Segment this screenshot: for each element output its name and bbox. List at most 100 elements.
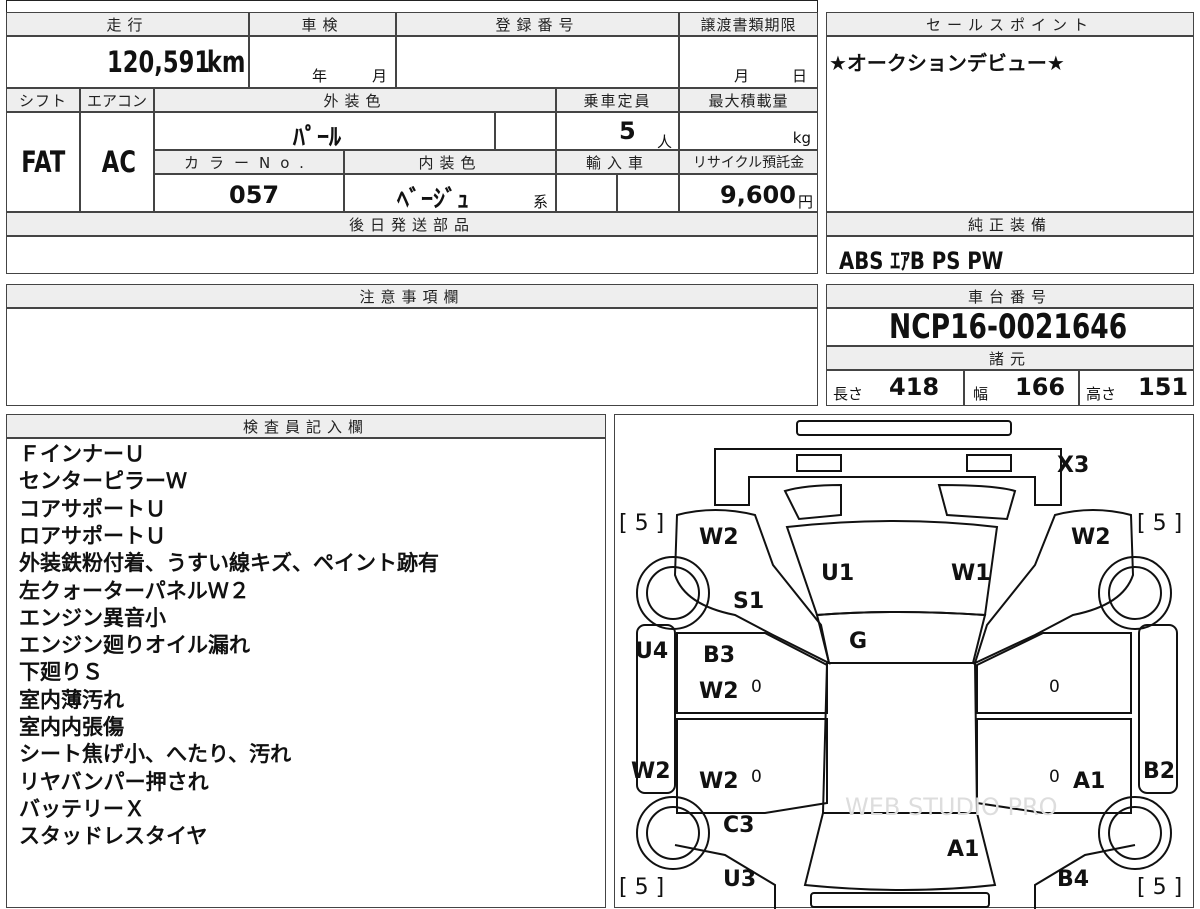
shift-header: シフト: [6, 88, 80, 112]
exterior-color-header: 外装色: [154, 88, 556, 112]
ac-header: エアコン: [80, 88, 154, 112]
rear-left-door: [676, 718, 828, 814]
code-left-quarter-c: C3: [723, 813, 755, 838]
inspector-note: バッテリーＸ: [19, 796, 145, 821]
import-cell-a: [556, 174, 617, 212]
exterior-color-extra: [495, 112, 556, 150]
inspector-note: 左クォーターパネルＷ２: [19, 578, 250, 603]
shift-cell: FAT: [6, 112, 80, 212]
interior-color-value: ﾍﾞｰｼﾞｭ: [397, 185, 469, 213]
tire-label-fr: [ 5 ]: [1137, 511, 1183, 536]
mileage-unit: km: [207, 45, 246, 79]
interior-color-header: 内装色: [344, 150, 556, 174]
code-rear-right-door: A1: [1073, 769, 1106, 794]
height-value: 151: [1138, 373, 1189, 401]
tire-label-fl: [ 5 ]: [619, 511, 665, 536]
roof: [821, 662, 979, 814]
exterior-color-cell: ﾊﾟｰﾙ: [154, 112, 495, 151]
damage-diagram: WEB STUDIO PRO [ 5 ] [ 5 ] [ 5 ] [ 5 ] X…: [614, 414, 1194, 909]
dimensions-header: 諸元: [826, 346, 1194, 370]
right-grille: [937, 483, 1017, 521]
tire-label-rl: [ 5 ]: [619, 875, 665, 900]
sales-point-header: セールスポイント: [826, 12, 1194, 36]
capacity-cell: 5 人: [556, 112, 679, 151]
front-bumper-top: [796, 420, 1012, 436]
transfer-deadline-header: 譲渡書類期限: [679, 12, 818, 36]
recycle-unit: 円: [797, 193, 813, 211]
width-cell: 幅 166: [964, 370, 1079, 406]
equipment-cell: ABS ｴｱB PS PW: [826, 236, 1194, 275]
inspector-note: エンジン異音小: [19, 605, 166, 630]
inspection-month-unit: 月: [372, 67, 388, 85]
chassis-cell: NCP16-0021646: [826, 307, 1194, 347]
inspector-header: 検査員記入欄: [6, 414, 606, 438]
car-outline: WEB STUDIO PRO: [636, 420, 1178, 909]
zero-mark-rr: 0: [1049, 767, 1060, 787]
code-hood-right: W1: [951, 561, 991, 586]
left-headlight: [796, 454, 842, 472]
length-cell: 長さ 418: [826, 370, 964, 406]
watermark-text: WEB STUDIO PRO: [845, 793, 1058, 821]
code-hood-left: U1: [821, 561, 855, 586]
code-windshield: G: [849, 629, 868, 654]
inspector-note: 室内内張傷: [19, 715, 124, 739]
zero-mark-rl: 0: [751, 767, 762, 787]
capacity-value: 5: [619, 117, 636, 145]
max-load-header: 最大積載量: [679, 88, 818, 112]
inspector-note: ＦインナーＵ: [19, 442, 145, 466]
width-label: 幅: [973, 385, 989, 403]
zero-mark-fr: 0: [1049, 677, 1060, 697]
ac-cell: AC: [80, 112, 154, 212]
transfer-cell: 月 日: [679, 36, 818, 88]
color-no-value: 057: [229, 181, 280, 209]
color-no-cell: 057: [154, 174, 344, 212]
inspector-note: スタッドレスタイヤ: [19, 824, 208, 849]
code-trunk: A1: [947, 837, 980, 862]
shift-value: FAT: [21, 145, 66, 179]
windshield-shape: [815, 611, 987, 664]
code-roof-front: X3: [1057, 453, 1090, 478]
import-cell-b: [617, 174, 679, 212]
exterior-color-value: ﾊﾟｰﾙ: [293, 123, 341, 151]
inspection-header: 車検: [249, 12, 396, 36]
sales-point-cell: ★オークションデビュー★: [826, 36, 1194, 212]
interior-color-suffix: 系: [533, 193, 549, 211]
code-left-s: S1: [733, 589, 765, 614]
right-headlight: [966, 454, 1012, 472]
zero-mark-fl: 0: [751, 677, 762, 697]
transfer-day-unit: 日: [792, 67, 808, 85]
mileage-cell: 120,591 km: [6, 36, 249, 88]
front-right-door: [976, 632, 1132, 714]
mileage-header: 走行: [6, 12, 249, 36]
height-cell: 高さ 151: [1079, 370, 1194, 406]
later-parts-cell: [6, 236, 818, 274]
recycle-value: 9,600: [720, 181, 796, 209]
recycle-header: リサイクル預託金: [679, 150, 818, 174]
tire-label-rr: [ 5 ]: [1137, 875, 1183, 900]
later-parts-header: 後日発送部品: [6, 212, 818, 236]
mileage-value: 120,591: [106, 45, 210, 79]
capacity-header: 乗車定員: [556, 88, 679, 112]
inspector-note: コアサポートＵ: [19, 496, 166, 521]
height-label: 高さ: [1086, 385, 1117, 403]
equipment-header: 純正装備: [826, 212, 1194, 236]
code-rear-bumper-left: U3: [723, 867, 757, 892]
code-front-left-door-w: W2: [699, 679, 739, 704]
inspector-note: リヤバンパー押され: [19, 769, 209, 794]
interior-color-cell: ﾍﾞｰｼﾞｭ 系: [344, 174, 556, 213]
notes-header: 注意事項欄: [6, 284, 818, 308]
inspector-note: センターピラーＷ: [19, 469, 187, 494]
left-grille: [783, 483, 842, 521]
rear-bumper-top: [810, 892, 990, 908]
registration-cell: [396, 36, 679, 88]
notes-cell: [6, 308, 818, 406]
inspector-note: エンジン廻りオイル漏れ: [19, 633, 250, 658]
recycle-cell: 9,600 円: [679, 174, 818, 212]
max-load-unit: kg: [792, 129, 811, 147]
length-label: 長さ: [833, 385, 864, 403]
inspection-cell: 年 月: [249, 36, 396, 88]
ac-value: AC: [101, 145, 136, 179]
front-bumper: [714, 448, 1062, 506]
inspector-note: ロアサポートＵ: [19, 523, 166, 548]
sales-point-text: ★オークションデビュー★: [829, 51, 1065, 75]
